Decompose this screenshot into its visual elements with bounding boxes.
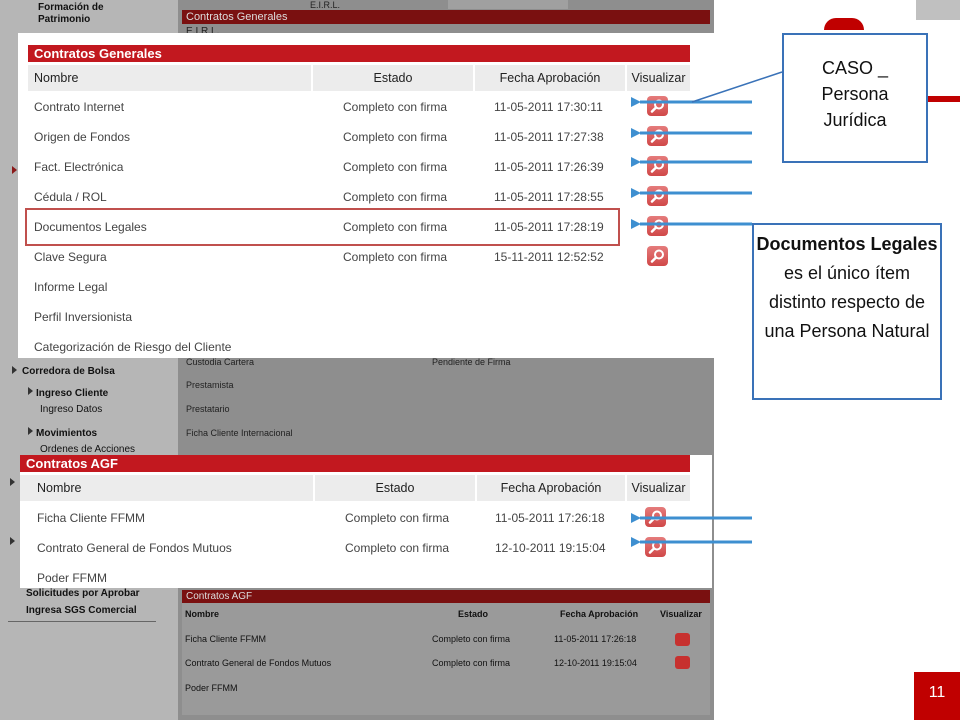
callout-line: CASO _ (821, 58, 889, 78)
callout-line: Jurídica (823, 110, 887, 130)
callout-line: Persona (821, 84, 889, 104)
callout-bold-text: Documentos Legales (756, 234, 938, 254)
callout-caso-persona-juridica: CASO _ Persona Jurídica (782, 33, 928, 163)
callout-text: es el único ítem distinto respecto de un… (764, 263, 930, 341)
callout-connector (691, 71, 783, 103)
callout-documentos-legales: Documentos Legales es el único ítem dist… (752, 223, 942, 400)
